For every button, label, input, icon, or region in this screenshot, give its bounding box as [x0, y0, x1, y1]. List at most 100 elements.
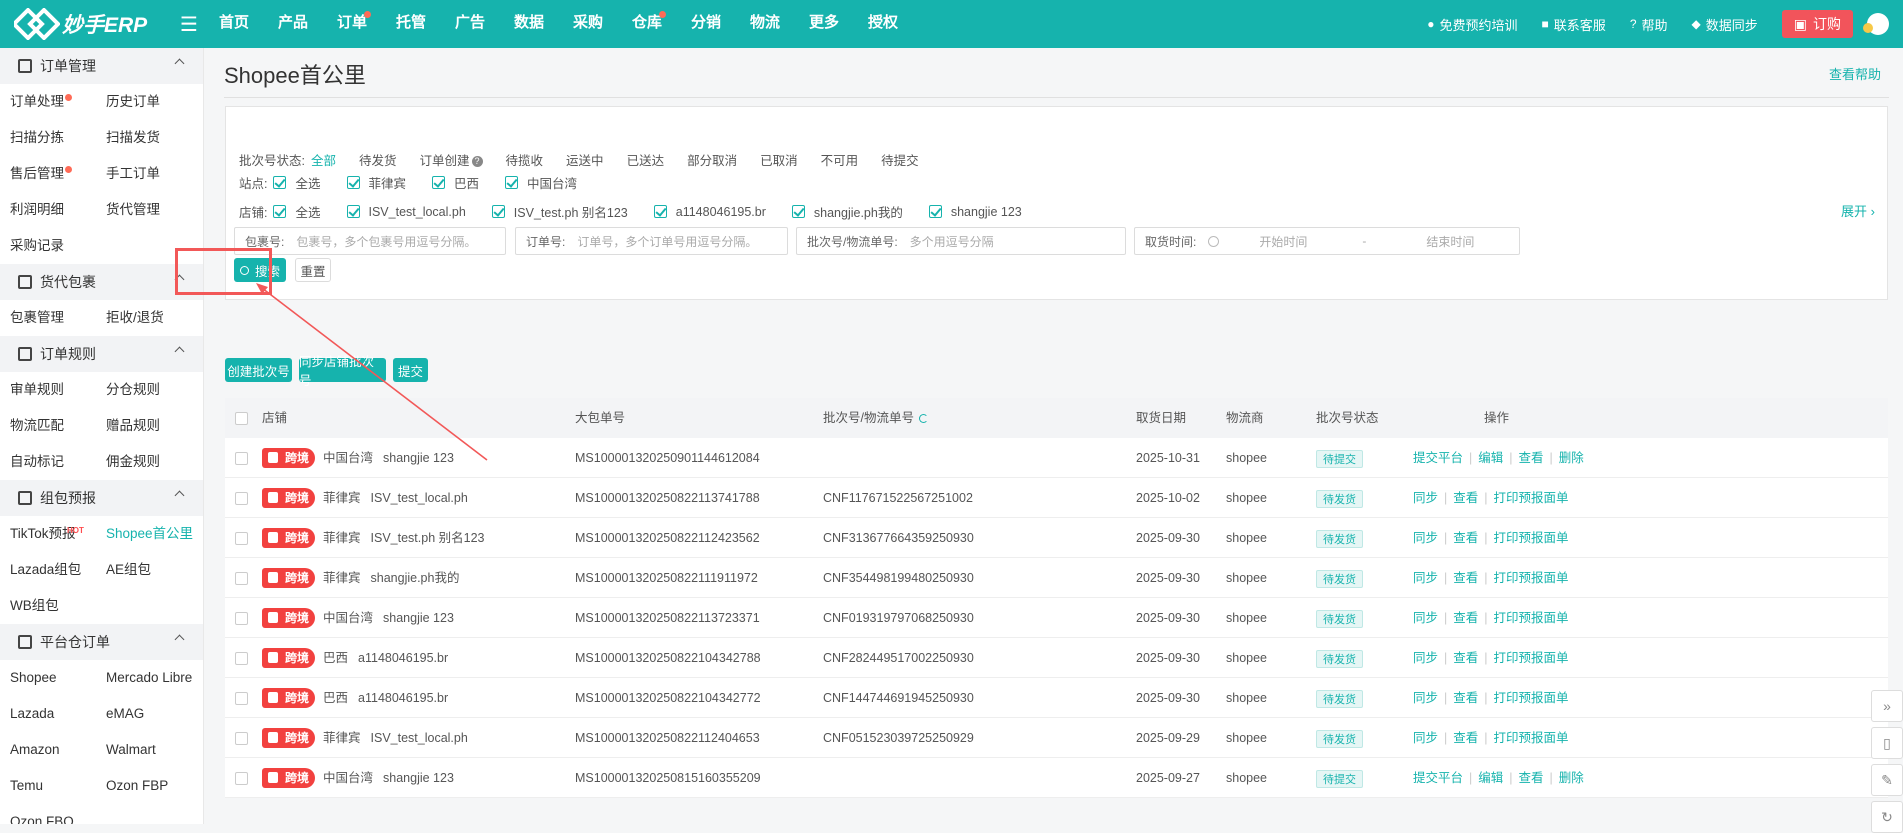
create-batch-button[interactable]: 创建批次号 [225, 358, 292, 382]
row-action-link[interactable]: 删除 [1559, 771, 1584, 785]
row-checkbox[interactable] [235, 612, 248, 625]
sidebar-item[interactable]: AE组包 [106, 552, 203, 588]
row-action-link[interactable]: 打印预报面单 [1494, 491, 1569, 505]
help-link[interactable]: ? 帮助 [1630, 15, 1668, 34]
sidebar-item[interactable]: 订单处理 [10, 84, 106, 120]
row-action-link[interactable]: 查看 [1519, 771, 1544, 785]
sidebar-item[interactable]: Shopee首公里 [106, 516, 203, 552]
sidebar-item[interactable]: 货代管理 [106, 192, 203, 228]
sidebar-item[interactable]: 自动标记 [10, 444, 106, 480]
row-checkbox[interactable] [235, 492, 248, 505]
row-action-link[interactable]: 同步 [1413, 531, 1438, 545]
nav-item[interactable]: 仓库 [631, 0, 690, 48]
row-action-link[interactable]: 同步 [1413, 571, 1438, 585]
view-help-link[interactable]: 查看帮助 [1829, 64, 1881, 83]
sidebar-item[interactable]: Ozon FBP [106, 768, 203, 804]
nav-item[interactable]: 物流 [749, 0, 808, 48]
row-action-link[interactable]: 查看 [1453, 691, 1478, 705]
submit-button[interactable]: 提交 [393, 358, 428, 382]
row-action-link[interactable]: 打印预报面单 [1494, 571, 1569, 585]
nav-item[interactable]: 采购 [572, 0, 631, 48]
row-checkbox[interactable] [235, 572, 248, 585]
filter-checkbox[interactable]: shangjie 123 [928, 205, 1022, 219]
sync-shop-batch-button[interactable]: 同步店铺批次号 [299, 355, 386, 388]
row-checkbox[interactable] [235, 652, 248, 665]
status-option[interactable]: 待发货 [359, 150, 397, 169]
nav-item[interactable]: 授权 [867, 0, 926, 48]
training-link[interactable]: ● 免费预约培训 [1427, 15, 1517, 34]
filter-checkbox[interactable]: 全选 [273, 202, 321, 221]
sidebar-item[interactable]: 物流匹配 [10, 408, 106, 444]
row-action-link[interactable]: 编辑 [1478, 451, 1503, 465]
row-action-link[interactable]: 查看 [1519, 451, 1544, 465]
sidebar-section-header[interactable]: 平台仓订单 [0, 624, 203, 660]
row-action-link[interactable]: 同步 [1413, 611, 1438, 625]
filter-checkbox[interactable]: 巴西 [432, 173, 479, 192]
sync-link[interactable]: ◆ 数据同步 [1692, 15, 1758, 34]
status-option[interactable]: 待揽收 [506, 150, 544, 169]
row-action-link[interactable]: 同步 [1413, 651, 1438, 665]
nav-item[interactable]: 分销 [690, 0, 749, 48]
sidebar-item[interactable]: 历史订单 [106, 84, 203, 120]
expand-link[interactable]: 展开 › [1841, 201, 1875, 220]
avatar[interactable] [1863, 13, 1889, 35]
sidebar-item[interactable]: Walmart [106, 732, 203, 768]
sidebar-section-header[interactable]: 组包预报 [0, 480, 203, 516]
sidebar-section-header[interactable]: 订单管理 [0, 48, 203, 84]
row-checkbox[interactable] [235, 532, 248, 545]
menu-toggle-icon[interactable]: ☰ [180, 12, 198, 37]
sidebar-section-header[interactable]: 货代包裹 [0, 264, 203, 300]
row-action-link[interactable]: 编辑 [1478, 771, 1503, 785]
filter-checkbox[interactable]: a1148046195.br [653, 205, 766, 219]
row-action-link[interactable]: 打印预报面单 [1494, 531, 1569, 545]
nav-item[interactable]: 广告 [454, 0, 513, 48]
row-action-link[interactable]: 提交平台 [1413, 771, 1463, 785]
nav-item[interactable]: 订单 [336, 0, 395, 48]
row-action-link[interactable]: 同步 [1413, 731, 1438, 745]
status-option[interactable]: 待提交 [881, 150, 919, 169]
sidebar-item[interactable]: 扫描分拣 [10, 120, 106, 156]
row-action-link[interactable]: 查看 [1453, 491, 1478, 505]
sidebar-item[interactable]: Amazon [10, 732, 106, 768]
pickup-time-range[interactable]: 取货时间: 开始时间 - 结束时间 [1134, 227, 1520, 255]
row-action-link[interactable]: 查看 [1453, 571, 1478, 585]
row-checkbox[interactable] [235, 692, 248, 705]
nav-item[interactable]: 首页 [218, 0, 277, 48]
order-button[interactable]: ▣ 订购 [1781, 10, 1853, 38]
status-option[interactable]: 已送达 [627, 150, 665, 169]
row-action-link[interactable]: 提交平台 [1413, 451, 1463, 465]
sidebar-item[interactable]: 扫描发货 [106, 120, 203, 156]
feedback-button[interactable]: ✎ [1871, 764, 1903, 796]
sidebar-item[interactable]: eMAG [106, 696, 203, 732]
sidebar-item[interactable]: Mercado Libre [106, 660, 203, 696]
row-checkbox[interactable] [235, 732, 248, 745]
row-action-link[interactable]: 打印预报面单 [1494, 611, 1569, 625]
sidebar-item[interactable]: 分仓规则 [106, 372, 203, 408]
status-option[interactable]: 全部 [311, 150, 336, 169]
nav-item[interactable]: 产品 [277, 0, 336, 48]
filter-checkbox[interactable]: 菲律宾 [346, 173, 406, 192]
sidebar-section-header[interactable]: 订单规则 [0, 336, 203, 372]
sidebar-item[interactable]: 采购记录 [10, 228, 106, 264]
row-action-link[interactable]: 删除 [1559, 451, 1584, 465]
filter-checkbox[interactable]: 中国台湾 [505, 173, 577, 192]
sidebar-item[interactable]: TikTok预报 HOT [10, 516, 106, 552]
sidebar-item[interactable]: Shopee [10, 660, 106, 696]
filter-checkbox[interactable]: 全选 [273, 173, 321, 192]
row-action-link[interactable]: 查看 [1453, 731, 1478, 745]
filter-checkbox[interactable]: ISV_test.ph 别名123 [491, 202, 628, 221]
sidebar-item[interactable]: Ozon FBO [10, 804, 106, 824]
status-option[interactable]: 订单创建? [420, 150, 483, 169]
refresh-icon[interactable] [918, 414, 928, 423]
row-action-link[interactable]: 查看 [1453, 531, 1478, 545]
sidebar-item[interactable]: 利润明细 [10, 192, 106, 228]
order-input[interactable]: 订单号: 订单号，多个订单号用逗号分隔。 [515, 227, 788, 255]
row-action-link[interactable]: 查看 [1453, 611, 1478, 625]
sidebar-item[interactable]: 佣金规则 [106, 444, 203, 480]
select-all-checkbox[interactable] [235, 412, 248, 425]
nav-item[interactable]: 托管 [395, 0, 454, 48]
row-action-link[interactable]: 打印预报面单 [1494, 691, 1569, 705]
filter-checkbox[interactable]: shangjie.ph我的 [791, 202, 903, 221]
mobile-button[interactable]: ▯ [1871, 727, 1903, 759]
sidebar-item[interactable]: Lazada [10, 696, 106, 732]
